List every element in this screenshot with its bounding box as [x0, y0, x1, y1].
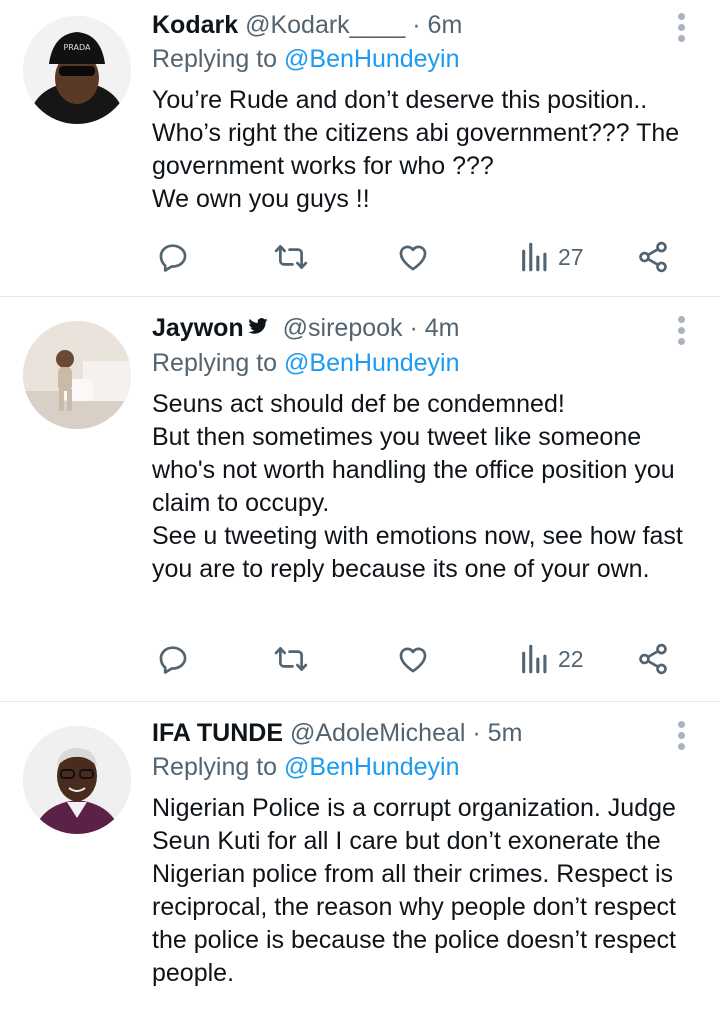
tweet-header: Jaywon @sirepook · 4m — [152, 311, 700, 346]
views-icon — [522, 242, 547, 272]
twitter-bird-icon — [246, 312, 270, 346]
share-icon — [639, 241, 667, 273]
views-icon — [522, 644, 547, 674]
views-count: 22 — [558, 645, 584, 672]
views-button[interactable]: 22 — [518, 639, 584, 679]
tweet-text: You’re Rude and don’t deserve this posit… — [152, 86, 680, 213]
handle[interactable]: @sirepook — [283, 314, 403, 342]
tweet-header: Kodark @Kodark____ · 6m — [152, 8, 700, 42]
avatar[interactable] — [23, 726, 131, 834]
like-icon — [399, 647, 427, 673]
mention-link[interactable]: @BenHundeyin — [284, 753, 460, 781]
display-name[interactable]: IFA TUNDE — [152, 719, 283, 747]
svg-text:PRADA: PRADA — [63, 43, 91, 52]
share-icon — [639, 643, 667, 675]
display-name[interactable]: Kodark — [152, 11, 238, 39]
tweet-text: Nigerian Police is a corrupt organizatio… — [152, 794, 676, 987]
more-options-icon[interactable] — [678, 721, 686, 751]
replying-to: Replying to @BenHundeyin — [152, 42, 700, 76]
mention-link[interactable]: @BenHundeyin — [284, 45, 460, 73]
tweet[interactable]: PRADA Kodark @Kodark____ · 6m Replying t… — [0, 0, 720, 297]
timestamp[interactable]: · 4m — [409, 314, 459, 342]
handle[interactable]: @Kodark____ — [245, 11, 405, 39]
avatar-image: PRADA — [23, 16, 131, 124]
avatar[interactable] — [23, 321, 131, 429]
tweet-header: IFA TUNDE @AdoleMicheal · 5m — [152, 716, 700, 750]
avatar[interactable]: PRADA — [23, 16, 131, 124]
share-button[interactable] — [636, 639, 670, 679]
replying-to: Replying to @BenHundeyin — [152, 750, 700, 784]
tweet-text: Seuns act should def be condemned! But t… — [152, 390, 683, 584]
replying-to-label: Replying to — [152, 45, 278, 73]
replying-to-label: Replying to — [152, 349, 278, 378]
tweet-actions: 22 — [152, 639, 680, 679]
retweet-icon — [274, 245, 308, 269]
like-button[interactable] — [396, 237, 430, 277]
more-options-icon[interactable] — [678, 13, 686, 43]
retweet-button[interactable] — [274, 237, 308, 277]
views-count: 27 — [558, 243, 584, 270]
retweet-button[interactable] — [274, 639, 308, 679]
replying-to: Replying to @BenHundeyin — [152, 346, 700, 380]
more-options-icon[interactable] — [678, 316, 686, 346]
timestamp[interactable]: · 6m — [412, 11, 462, 39]
reply-icon — [159, 646, 187, 674]
like-icon — [399, 245, 427, 271]
share-button[interactable] — [636, 237, 670, 277]
avatar-image — [23, 321, 131, 429]
display-name[interactable]: Jaywon — [152, 314, 244, 342]
mention-link[interactable]: @BenHundeyin — [284, 349, 460, 377]
reply-button[interactable] — [156, 639, 190, 679]
handle[interactable]: @AdoleMicheal — [290, 719, 465, 747]
tweet[interactable]: IFA TUNDE @AdoleMicheal · 5m Replying to… — [0, 702, 720, 1013]
reply-icon — [159, 244, 187, 272]
timestamp[interactable]: · 5m — [472, 719, 522, 747]
tweet[interactable]: Jaywon @sirepook · 4m Replying to @BenHu… — [0, 297, 720, 702]
retweet-icon — [274, 647, 308, 671]
avatar-image — [23, 726, 131, 834]
tweet-actions: 27 — [152, 237, 680, 277]
views-button[interactable]: 27 — [518, 237, 584, 277]
like-button[interactable] — [396, 639, 430, 679]
replying-to-label: Replying to — [152, 753, 278, 781]
reply-button[interactable] — [156, 237, 190, 277]
